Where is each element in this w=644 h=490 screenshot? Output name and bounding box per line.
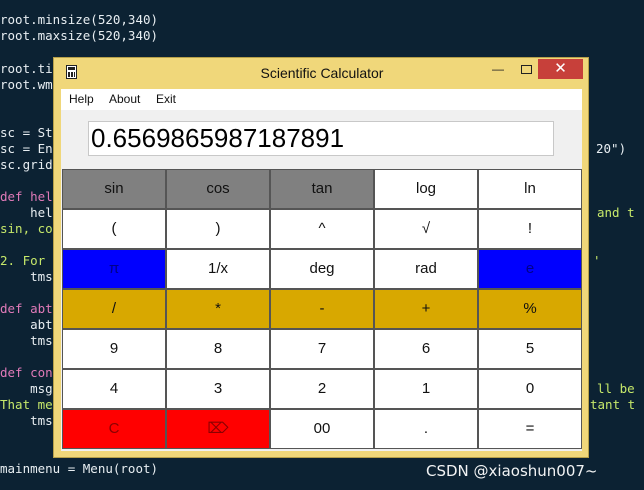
code-line: 20") [596, 141, 627, 156]
key-9-button[interactable]: 9 [62, 329, 166, 369]
result-display[interactable]: 0.6569865987187891 [88, 121, 554, 156]
watermark: CSDN @xiaoshun007~ [426, 462, 598, 480]
code-line: and t [597, 205, 635, 220]
calculator-body: 0.6569865987187891 sin cos tan log ln() ^ √! π 1… [61, 110, 582, 451]
code-line: hel [0, 205, 53, 220]
code-line: sc = En [0, 141, 53, 156]
maximize-button[interactable] [512, 59, 540, 79]
keypad: sin cos tan log ln () ^ √! π 1/x deg rad e / * - +% 9 8 7 6 5… [62, 169, 582, 450]
key-5-button[interactable]: 5 [478, 329, 582, 369]
key-3-button[interactable]: 3 [166, 369, 270, 409]
code-line: tms [0, 269, 53, 284]
code-line: ' [593, 253, 601, 268]
code-line: abt [0, 317, 53, 332]
code-line: root.wm [0, 77, 53, 92]
menu-help[interactable]: Help [69, 92, 94, 106]
menu-exit[interactable]: Exit [156, 92, 176, 106]
key-factorial-button[interactable]: ! [478, 209, 582, 249]
key-power-button[interactable]: ^ [270, 209, 374, 249]
key-0-button[interactable]: 0 [478, 369, 582, 409]
key-add-button[interactable]: + [374, 289, 478, 329]
key-percent-button[interactable]: % [478, 289, 582, 329]
code-line: sc = St [0, 125, 53, 140]
key-double-zero-button[interactable]: 00 [270, 409, 374, 449]
key-reciprocal-button[interactable]: 1/x [166, 249, 270, 289]
code-line: 2. For [0, 253, 46, 268]
key-divide-button[interactable]: / [62, 289, 166, 329]
code-line: def hel [0, 189, 53, 204]
key-pi-button[interactable]: π [62, 249, 166, 289]
code-line: tms [0, 333, 53, 348]
code-line: def abt [0, 301, 53, 316]
code-line: sin, co [0, 221, 53, 236]
key-sqrt-button[interactable]: √ [374, 209, 478, 249]
key-log-button[interactable]: log [374, 169, 478, 209]
key-1-button[interactable]: 1 [374, 369, 478, 409]
minimize-button[interactable]: — [484, 59, 512, 79]
key-clear-button[interactable]: C [62, 409, 166, 449]
key-tan-button[interactable]: tan [270, 169, 374, 209]
close-button[interactable]: ✕ [538, 59, 583, 79]
key-4-button[interactable]: 4 [62, 369, 166, 409]
code-line: tms [0, 413, 53, 428]
key-6-button[interactable]: 6 [374, 329, 478, 369]
code-line: tant t [590, 397, 636, 412]
key-cos-button[interactable]: cos [166, 169, 270, 209]
calculator-window: Scientific Calculator — ✕ Help About Exi… [53, 57, 589, 458]
code-line: root.minsize(520,340) [0, 12, 159, 27]
code-line: root.ti [0, 61, 53, 76]
code-line: def con [0, 365, 53, 380]
key-subtract-button[interactable]: - [270, 289, 374, 329]
key-2-button[interactable]: 2 [270, 369, 374, 409]
key-backspace-button[interactable]: ⌦ [166, 409, 270, 449]
title-bar[interactable]: Scientific Calculator — ✕ [54, 58, 588, 88]
maximize-icon [520, 65, 532, 74]
key-sin-button[interactable]: sin [62, 169, 166, 209]
code-line: sc.grid [0, 157, 53, 172]
key-e-button[interactable]: e [478, 249, 582, 289]
key-7-button[interactable]: 7 [270, 329, 374, 369]
menu-about[interactable]: About [109, 92, 140, 106]
key-deg-button[interactable]: deg [270, 249, 374, 289]
key-rad-button[interactable]: rad [374, 249, 478, 289]
code-line: That me [0, 397, 53, 412]
menu-bar: Help About Exit [61, 89, 582, 110]
code-line: msg [0, 381, 53, 396]
code-line: ll be [597, 381, 635, 396]
key-close-paren-button[interactable]: ) [166, 209, 270, 249]
key-decimal-button[interactable]: . [374, 409, 478, 449]
key-equals-button[interactable]: = [478, 409, 582, 449]
key-multiply-button[interactable]: * [166, 289, 270, 329]
key-ln-button[interactable]: ln [478, 169, 582, 209]
key-8-button[interactable]: 8 [166, 329, 270, 369]
code-line: mainmenu = Menu(root) [0, 461, 159, 476]
code-line: root.maxsize(520,340) [0, 28, 159, 43]
key-open-paren-button[interactable]: ( [62, 209, 166, 249]
